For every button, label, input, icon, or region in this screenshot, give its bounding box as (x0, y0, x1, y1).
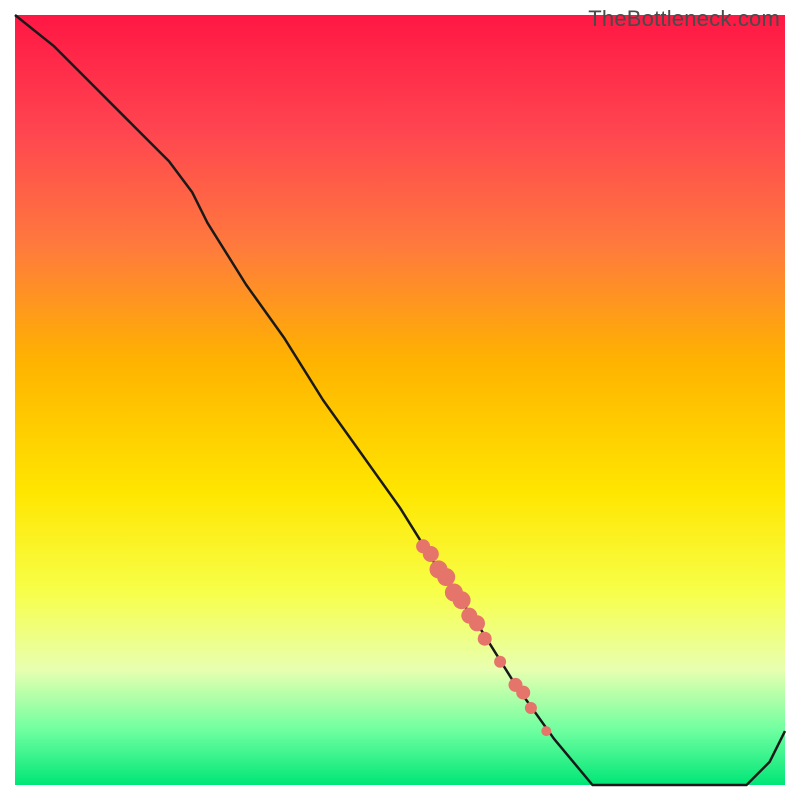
chart-frame: TheBottleneck.com (0, 0, 800, 800)
marker-dot (437, 568, 455, 586)
marker-dot (541, 726, 551, 736)
line-series (15, 15, 785, 785)
marker-dot (478, 632, 492, 646)
marker-series (416, 539, 551, 736)
chart-overlay (0, 0, 800, 800)
marker-dot (494, 656, 506, 668)
watermark-text: TheBottleneck.com (588, 6, 780, 32)
marker-dot (469, 615, 485, 631)
marker-dot (525, 702, 537, 714)
curve-path (15, 15, 785, 785)
marker-dot (453, 591, 471, 609)
marker-dot (516, 686, 530, 700)
marker-dot (423, 546, 439, 562)
